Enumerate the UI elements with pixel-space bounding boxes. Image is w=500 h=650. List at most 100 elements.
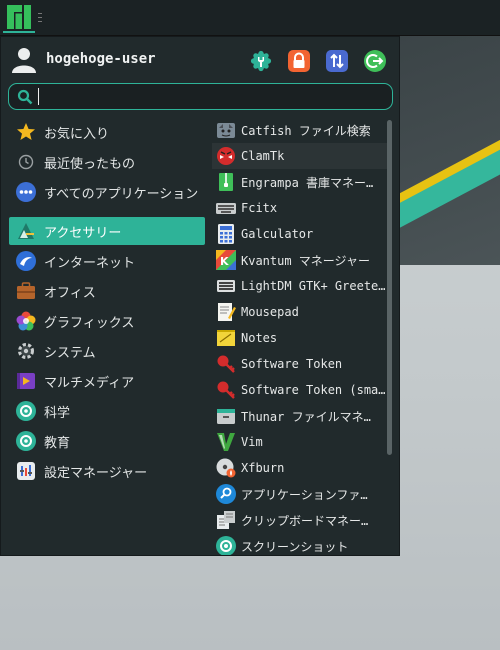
user-name: hogehoge-user <box>46 51 156 67</box>
top-panel <box>0 0 500 36</box>
app-fcitx[interactable]: Fcitx <box>212 195 390 221</box>
app-vim[interactable]: Vim <box>212 429 390 455</box>
switch-user-icon <box>330 53 344 69</box>
vim-icon <box>216 432 236 452</box>
app-lightdm-settings[interactable]: LightDM GTK+ Greete… <box>212 273 390 299</box>
category-label: アクセサリー <box>44 225 122 241</box>
keyboard-icon <box>216 198 236 218</box>
app-label: Mousepad <box>241 305 299 319</box>
lightdm-icon <box>216 276 236 296</box>
category-label: グラフィックス <box>44 315 135 331</box>
svg-text:K: K <box>220 255 229 268</box>
category-label: マルチメディア <box>44 375 135 391</box>
app-label: クリップボードマネー… <box>241 513 369 528</box>
category-label: 設定マネージャー <box>44 465 148 481</box>
app-thunar[interactable]: Thunar ファイルマネ… <box>212 403 390 429</box>
category-list: お気に入り 最近使ったもの すべてのアプリケーション アクセサリー インターネッ… <box>9 117 205 486</box>
app-clamtk[interactable]: ClamTk <box>212 143 390 169</box>
app-finder-icon <box>216 484 236 504</box>
app-label: ClamTk <box>241 149 285 163</box>
lock-screen-button[interactable] <box>288 50 310 72</box>
star-icon <box>16 122 36 142</box>
category-label: 最近使ったもの <box>44 156 136 172</box>
search-field[interactable] <box>8 83 393 110</box>
app-kvantum[interactable]: K Kvantum マネージャー <box>212 247 390 273</box>
settings-icon <box>250 50 272 72</box>
clamtk-icon <box>216 146 236 166</box>
app-clipboard-manager[interactable]: クリップボードマネー… <box>212 507 390 533</box>
office-icon <box>16 281 36 301</box>
avatar <box>12 48 36 73</box>
app-label: Fcitx <box>241 201 278 215</box>
app-label: LightDM GTK+ Greete… <box>241 279 386 293</box>
app-catfish[interactable]: Catfish ファイル検索 <box>212 117 390 143</box>
app-label: スクリーンショット <box>241 539 349 554</box>
app-label: Kvantum マネージャー <box>241 253 370 268</box>
category-label: お気に入り <box>44 126 110 142</box>
text-caret <box>38 88 39 105</box>
category-all-applications[interactable]: すべてのアプリケーション <box>9 177 205 207</box>
category-graphics[interactable]: グラフィックス <box>9 306 205 336</box>
thunar-icon <box>216 406 236 426</box>
multimedia-icon <box>16 371 36 391</box>
category-separator <box>9 207 205 216</box>
education-icon <box>16 431 36 451</box>
settings-manager-icon <box>16 461 36 481</box>
app-label: Vim <box>241 435 263 449</box>
app-mousepad[interactable]: Mousepad <box>212 299 390 325</box>
clipboard-icon <box>216 510 236 530</box>
logout-icon <box>366 54 384 68</box>
category-internet[interactable]: インターネット <box>9 246 205 276</box>
app-label: アプリケーションファ… <box>241 487 368 502</box>
science-icon <box>16 401 36 421</box>
app-notes[interactable]: Notes <box>212 325 390 351</box>
switch-user-button[interactable] <box>326 50 348 72</box>
app-appfinder[interactable]: アプリケーションファ… <box>212 481 390 507</box>
app-xfburn[interactable]: Xfburn <box>212 455 390 481</box>
category-office[interactable]: オフィス <box>9 276 205 306</box>
app-label: Xfburn <box>241 461 285 475</box>
app-label: Galculator <box>241 227 314 241</box>
graphics-icon <box>16 311 36 331</box>
category-label: オフィス <box>44 285 96 301</box>
token-icon <box>216 354 236 374</box>
app-screenshot[interactable]: スクリーンショット <box>212 533 390 555</box>
search-icon <box>17 89 33 105</box>
manjaro-logo-icon <box>7 4 31 29</box>
all-apps-icon <box>16 182 36 202</box>
category-system[interactable]: システム <box>9 336 205 366</box>
calculator-icon <box>216 224 236 244</box>
category-education[interactable]: 教育 <box>9 426 205 456</box>
app-galculator[interactable]: Galculator <box>212 221 390 247</box>
app-engrampa[interactable]: Engrampa 書庫マネー… <box>212 169 390 195</box>
accessories-icon <box>16 221 36 241</box>
settings-button[interactable] <box>250 50 272 72</box>
app-label: Catfish ファイル検索 <box>241 123 371 138</box>
category-favorites[interactable]: お気に入り <box>9 117 205 147</box>
whisker-menu: hogehoge-user お気に入り 最近使ったもの すべてのアプリケーション… <box>0 36 400 556</box>
category-multimedia[interactable]: マルチメディア <box>9 366 205 396</box>
catfish-icon <box>216 120 236 140</box>
category-settings-manager[interactable]: 設定マネージャー <box>9 456 205 486</box>
clock-icon <box>16 152 36 172</box>
category-label: 教育 <box>44 435 71 451</box>
category-label: すべてのアプリケーション <box>44 186 199 202</box>
internet-icon <box>16 251 36 271</box>
app-software-token[interactable]: Software Token <box>212 351 390 377</box>
mousepad-icon <box>216 302 236 322</box>
screenshot-icon <box>216 536 236 555</box>
whisker-menu-button[interactable] <box>3 2 35 33</box>
user-row: hogehoge-user <box>1 37 399 83</box>
app-label: Software Token (sma… <box>241 383 386 397</box>
category-science[interactable]: 科学 <box>9 396 205 426</box>
application-list-scrollbar[interactable] <box>387 120 392 455</box>
system-icon <box>16 341 36 361</box>
app-label: Software Token <box>241 357 343 371</box>
app-label: Notes <box>241 331 278 345</box>
category-accessories[interactable]: アクセサリー <box>9 217 205 245</box>
xfburn-icon <box>216 458 236 478</box>
logout-button[interactable] <box>364 50 386 72</box>
panel-handle[interactable] <box>38 13 42 22</box>
app-software-token-smartcard[interactable]: Software Token (sma… <box>212 377 390 403</box>
category-recent[interactable]: 最近使ったもの <box>9 147 205 177</box>
